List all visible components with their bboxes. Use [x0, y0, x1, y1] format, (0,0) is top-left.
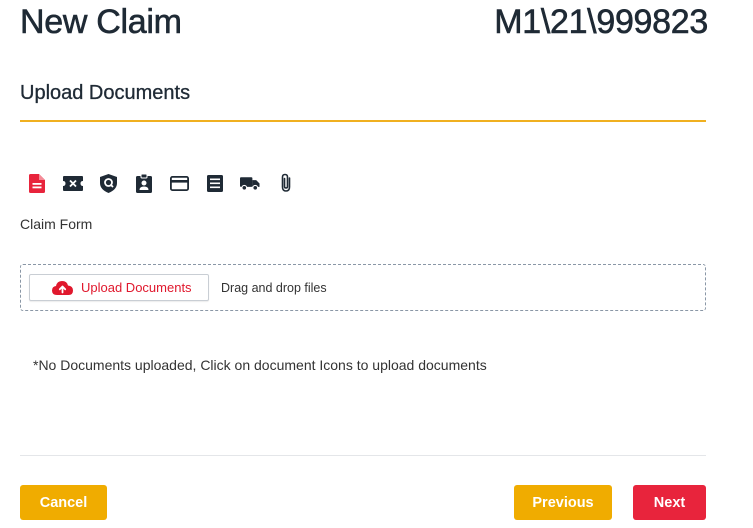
ticket-icon[interactable] — [62, 173, 83, 193]
cloud-upload-icon — [52, 280, 73, 295]
previous-button[interactable]: Previous — [514, 485, 612, 520]
upload-button-label: Upload Documents — [81, 280, 192, 295]
page-title: New Claim — [20, 3, 183, 42]
section-divider — [20, 120, 706, 122]
shield-icon[interactable] — [98, 173, 118, 193]
footer-divider — [20, 455, 706, 456]
id-badge-icon[interactable] — [134, 173, 154, 193]
new-claim-page: New Claim M1\21\999823 Upload Documents — [0, 0, 753, 528]
claim-form-icon[interactable] — [27, 173, 47, 193]
no-documents-note: *No Documents uploaded, Click on documen… — [33, 357, 487, 373]
paperclip-icon[interactable] — [276, 173, 296, 193]
upload-documents-button[interactable]: Upload Documents — [29, 274, 209, 301]
section-title: Upload Documents — [20, 82, 191, 104]
claim-number: M1\21\999823 — [494, 3, 709, 42]
next-button[interactable]: Next — [633, 485, 706, 520]
credit-card-icon[interactable] — [169, 173, 189, 193]
file-dropzone[interactable]: Upload Documents Drag and drop files — [20, 264, 706, 311]
cancel-button[interactable]: Cancel — [20, 485, 107, 520]
truck-icon[interactable] — [240, 173, 260, 193]
selected-document-label: Claim Form — [20, 216, 93, 232]
drag-drop-text: Drag and drop files — [221, 281, 327, 295]
document-type-icons — [27, 172, 311, 194]
receipt-icon[interactable] — [205, 173, 225, 193]
